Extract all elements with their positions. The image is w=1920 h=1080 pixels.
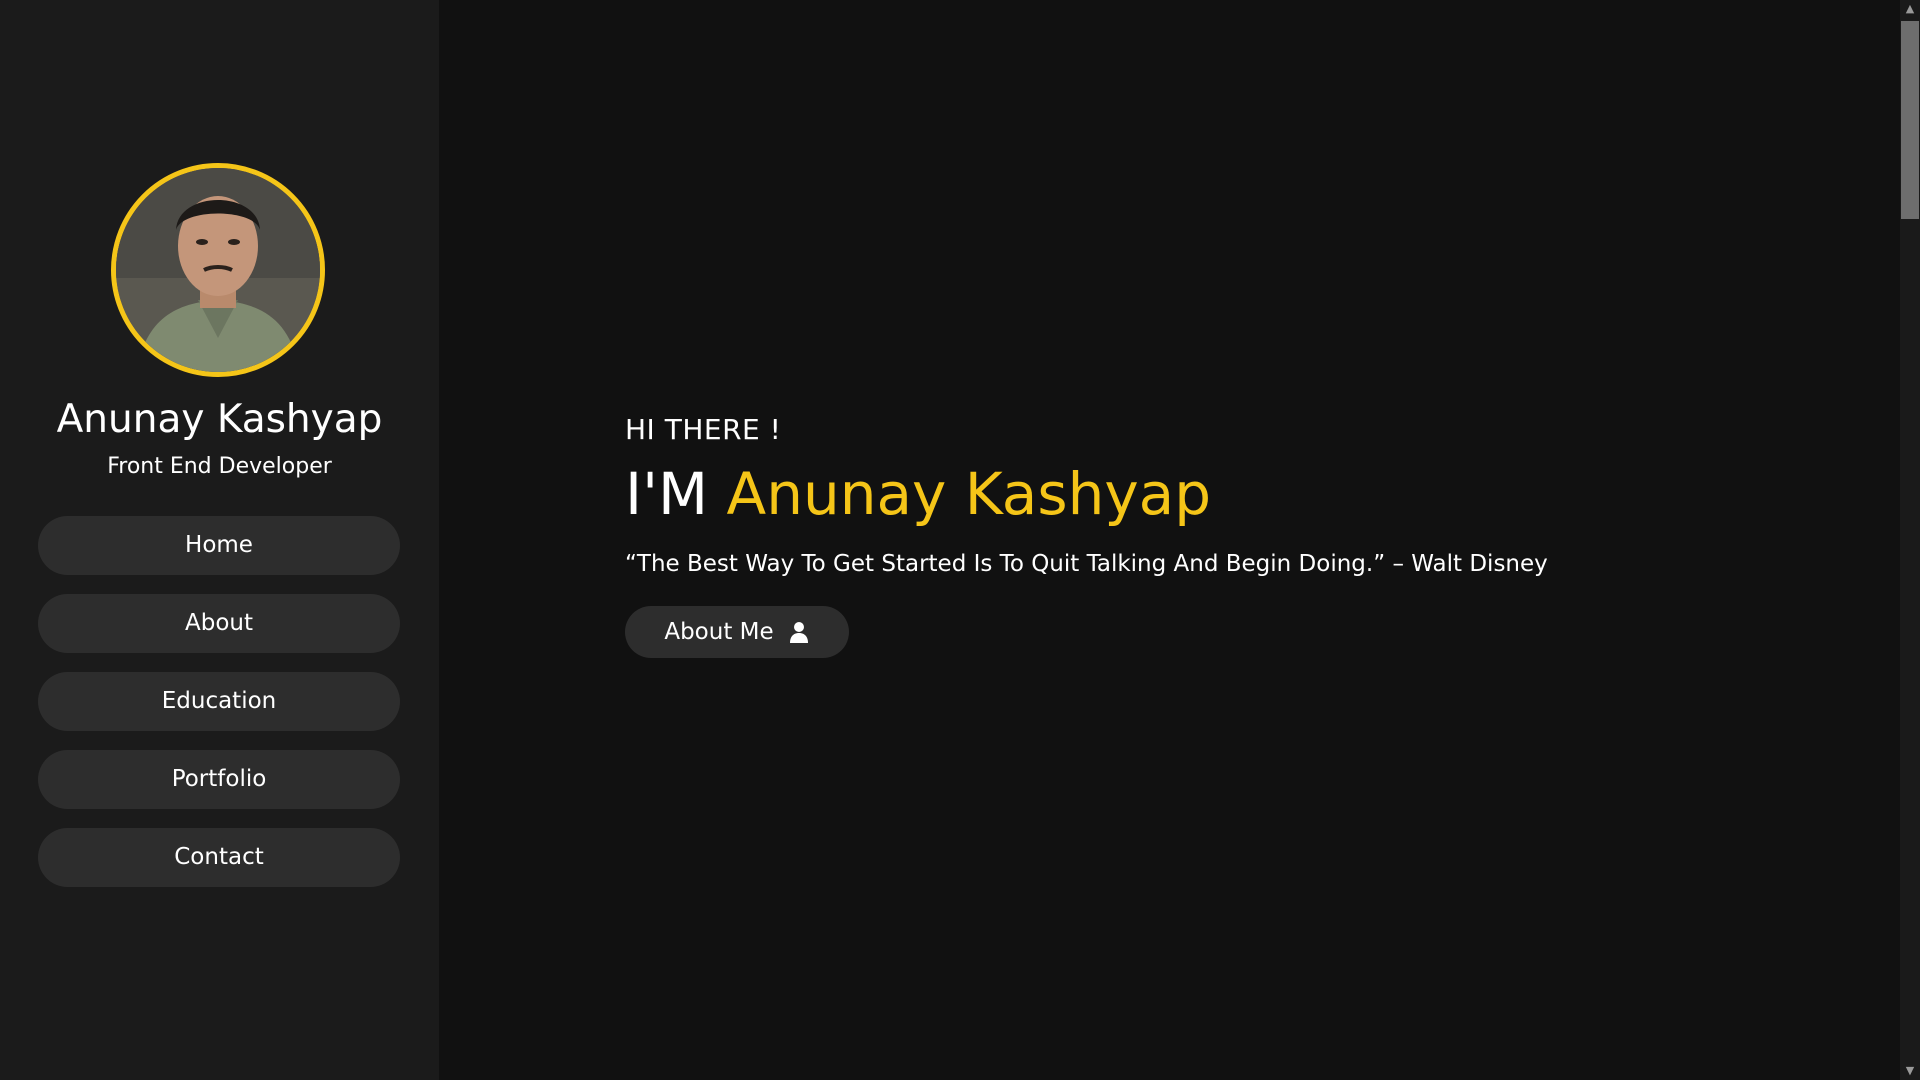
profile-name: Anunay Kashyap (56, 397, 383, 442)
about-me-button[interactable]: About Me (625, 606, 849, 658)
scroll-up-arrow-icon[interactable]: ▲ (1900, 0, 1920, 18)
hero-section: HI THERE ! I'M Anunay Kashyap “The Best … (625, 410, 1775, 658)
hero-quote: “The Best Way To Get Started Is To Quit … (625, 551, 1548, 577)
hero-title-name: Anunay Kashyap (726, 460, 1212, 528)
hero-title-prefix: I'M (625, 460, 709, 528)
scroll-down-arrow-icon[interactable]: ▼ (1900, 1062, 1920, 1080)
nav-item-education[interactable]: Education (38, 672, 400, 731)
nav-item-contact[interactable]: Contact (38, 828, 400, 887)
user-icon (789, 622, 808, 643)
avatar (111, 163, 325, 377)
hero-greeting: HI THERE ! (625, 413, 782, 446)
avatar-photo (116, 168, 320, 372)
about-me-button-label: About Me (664, 619, 774, 645)
hero-title: I'M Anunay Kashyap (625, 460, 1775, 528)
nav-item-home[interactable]: Home (38, 516, 400, 575)
nav-item-portfolio[interactable]: Portfolio (38, 750, 400, 809)
sidebar: Anunay Kashyap Front End Developer Home … (0, 0, 439, 1080)
nav-item-about[interactable]: About (38, 594, 400, 653)
profile-role: Front End Developer (107, 454, 332, 479)
scrollbar[interactable]: ▲ ▼ (1900, 0, 1920, 1080)
sidebar-nav: Home About Education Portfolio Contact (38, 516, 400, 906)
scrollbar-thumb[interactable] (1901, 21, 1919, 219)
